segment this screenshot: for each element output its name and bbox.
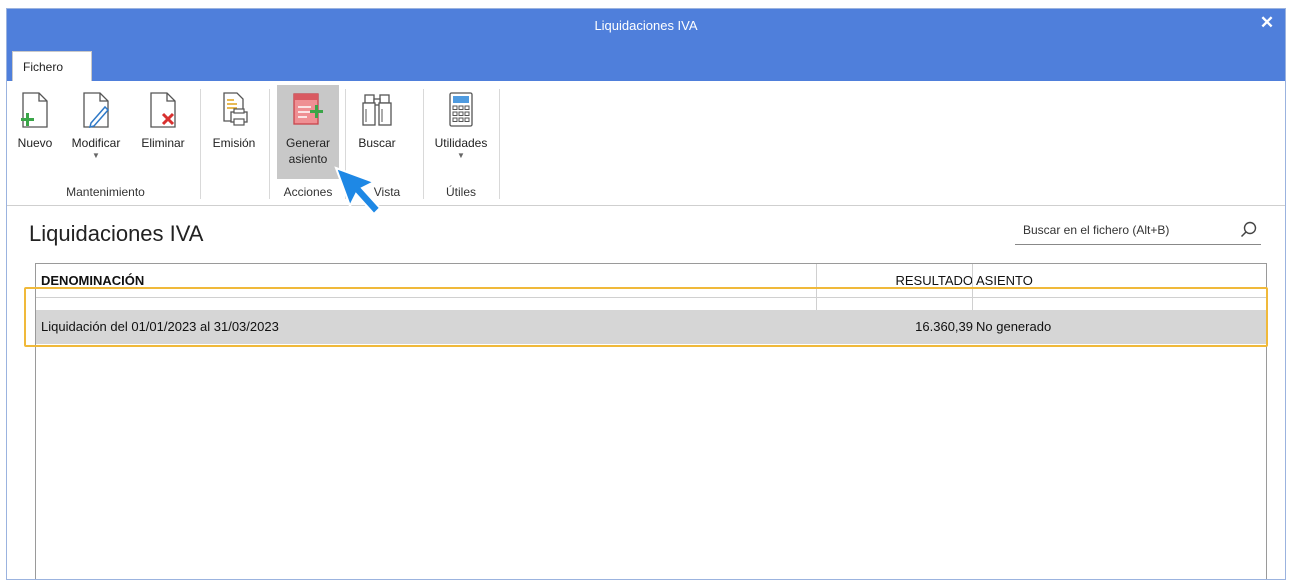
group-label-mantenimiento: Mantenimiento [66,185,145,199]
table-header: DENOMINACIÓN RESULTADO ASIENTO [36,264,1266,298]
buscar-label: Buscar [358,136,396,150]
group-separator [499,89,500,199]
modificar-label: Modificar [71,136,121,150]
utilidades-button[interactable]: Utilidades ▼ [427,85,495,179]
chevron-down-icon: ▼ [92,151,100,160]
group-separator [423,89,424,199]
page-title: Liquidaciones IVA [29,221,204,246]
print-document-icon [223,92,248,126]
delete-document-icon [150,92,176,128]
eliminar-label: Eliminar [141,136,185,150]
window-title: Liquidaciones IVA [594,18,698,33]
group-label-acciones: Acciones [283,185,333,199]
pointer-arrow-icon [334,166,382,216]
eliminar-button[interactable]: Eliminar [135,85,191,179]
utilidades-label: Utilidades [434,136,488,150]
ribbon: Nuevo Modificar ▼ Eliminar Emisión Gener… [7,81,1285,206]
column-header-resultado[interactable]: RESULTADO [895,264,973,298]
generar-asiento-line2: asiento [288,152,328,166]
chevron-down-icon: ▼ [457,151,465,160]
column-divider [972,264,973,310]
modificar-button[interactable]: Modificar ▼ [63,85,129,179]
group-label-utiles: Útiles [445,185,476,199]
cell-denominacion: Liquidación del 01/01/2023 al 31/03/2023 [41,319,279,334]
search-box[interactable]: Buscar en el fichero (Alt+B) [1015,219,1261,245]
generar-asiento-button[interactable]: Generar asiento [277,85,339,179]
column-header-denominacion[interactable]: DENOMINACIÓN [41,264,144,298]
new-document-icon [21,92,48,128]
binoculars-icon [362,94,392,126]
liquidaciones-window: Liquidaciones IVA ✕ Fichero Nuevo Modifi… [6,8,1286,580]
search-icon[interactable] [1239,220,1259,240]
calculator-icon [449,92,473,127]
title-bar: Liquidaciones IVA ✕ [7,9,1285,81]
table-row[interactable]: Liquidación del 01/01/2023 al 31/03/2023… [36,310,1266,344]
column-header-asiento[interactable]: ASIENTO [976,264,1033,298]
nuevo-label: Nuevo [17,136,53,150]
tab-fichero[interactable]: Fichero [12,51,92,82]
liquidaciones-table: DENOMINACIÓN RESULTADO ASIENTO Liquidaci… [35,263,1267,579]
column-divider [816,264,817,310]
generate-entry-icon [293,93,323,125]
cell-asiento: No generado [976,319,1052,334]
search-input[interactable]: Buscar en el fichero (Alt+B) [1023,223,1169,237]
group-separator [269,89,270,199]
close-button[interactable]: ✕ [1255,11,1279,35]
emision-button[interactable]: Emisión [207,85,261,179]
generar-asiento-line1: Generar [285,136,331,150]
cell-resultado: 16.360,39 [915,319,973,334]
group-separator [200,89,201,199]
nuevo-button[interactable]: Nuevo [11,85,59,179]
edit-document-icon [83,92,110,129]
emision-label: Emisión [212,136,256,150]
generar-asiento-label: Generar asiento [277,135,339,167]
